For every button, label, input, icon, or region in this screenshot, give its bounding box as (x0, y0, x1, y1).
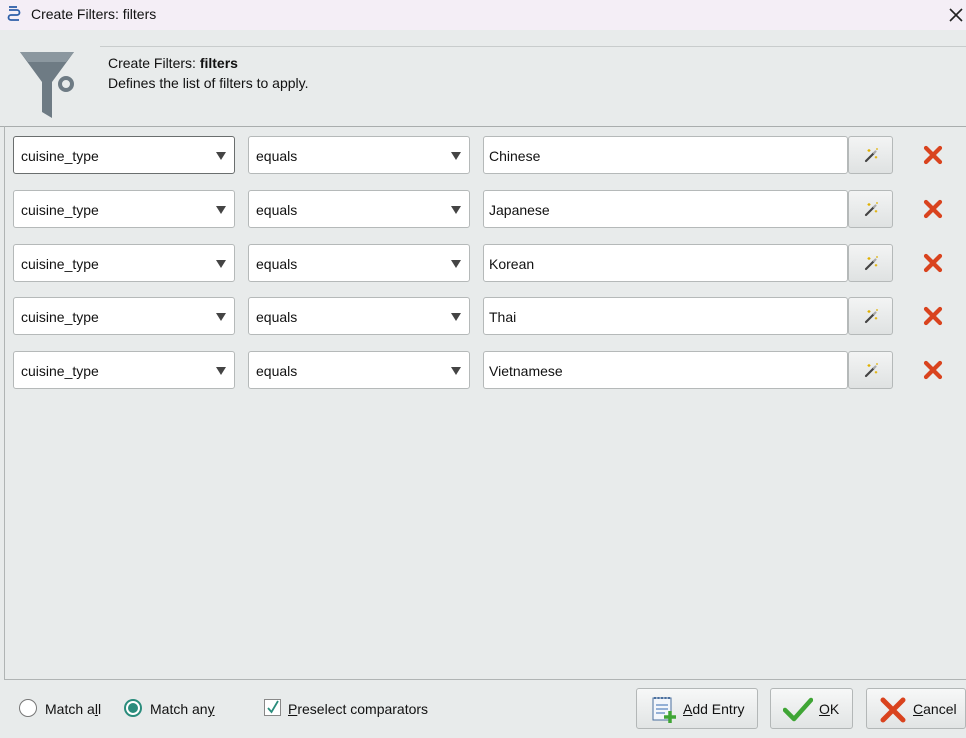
delete-row-icon[interactable] (920, 196, 946, 222)
magic-wand-icon (864, 201, 878, 216)
header-title: Create Filters: filters (108, 55, 238, 71)
filter-value-input[interactable]: Korean (483, 243, 848, 282)
field-dropdown[interactable]: cuisine_type (13, 351, 235, 390)
match-any-radio[interactable] (124, 699, 142, 717)
comparator-value: equals (256, 309, 298, 326)
filter-value-text: Thai (489, 309, 517, 326)
field-dropdown[interactable]: cuisine_type (13, 189, 235, 228)
magic-wand-icon (864, 255, 878, 270)
add-entry-button[interactable]: Add Entry (636, 688, 758, 729)
delete-row-icon[interactable] (920, 357, 946, 383)
field-dropdown[interactable]: cuisine_type (13, 297, 235, 336)
filter-value-text: Vietnamese (489, 363, 563, 380)
comparator-value: equals (256, 201, 298, 218)
field-dropdown[interactable]: cuisine_type (13, 243, 235, 282)
dropdown-arrow-icon (216, 152, 226, 160)
magic-wand-icon (864, 148, 878, 163)
field-value: cuisine_type (21, 309, 99, 326)
comparator-dropdown[interactable]: equals (248, 243, 470, 282)
field-value: cuisine_type (21, 255, 99, 272)
cancel-icon (880, 697, 906, 723)
dropdown-arrow-icon (451, 152, 461, 160)
delete-row-icon[interactable] (920, 142, 946, 168)
value-wizard-button[interactable] (848, 297, 893, 336)
dropdown-arrow-icon (451, 205, 461, 214)
filter-row: cuisine_type equals Japanese (0, 189, 966, 232)
magic-wand-icon (864, 309, 878, 324)
field-value: cuisine_type (21, 201, 99, 218)
value-wizard-button[interactable] (848, 136, 893, 174)
field-value: cuisine_type (21, 148, 99, 164)
add-entry-label: Add Entry (683, 701, 745, 717)
value-wizard-button[interactable] (848, 351, 893, 390)
comparator-value: equals (256, 363, 298, 380)
delete-row-icon[interactable] (920, 303, 946, 329)
filter-value-input[interactable]: Vietnamese (483, 351, 848, 390)
checkmark-icon (267, 700, 279, 714)
filter-value-input[interactable]: Chinese (483, 136, 848, 174)
comparator-dropdown[interactable]: equals (248, 351, 470, 390)
comparator-dropdown[interactable]: equals (248, 297, 470, 336)
filter-value-text: Chinese (489, 148, 541, 164)
dropdown-arrow-icon (216, 367, 226, 376)
dialog-footer: Match all Match any Preselect comparator… (0, 680, 966, 738)
filter-row: cuisine_type equals Thai (0, 297, 966, 339)
app-icon (7, 6, 21, 21)
cancel-label: Cancel (913, 701, 957, 717)
magic-wand-icon (864, 363, 878, 378)
dropdown-arrow-icon (216, 205, 226, 214)
delete-row-icon[interactable] (920, 250, 946, 276)
filter-value-text: Japanese (489, 201, 550, 218)
value-wizard-button[interactable] (848, 189, 893, 228)
dropdown-arrow-icon (216, 313, 226, 322)
close-icon[interactable] (944, 3, 966, 27)
comparator-dropdown[interactable]: equals (248, 189, 470, 228)
field-dropdown[interactable]: cuisine_type (13, 136, 235, 174)
filter-row: cuisine_type equals Korean (0, 243, 966, 286)
dropdown-arrow-icon (451, 259, 461, 268)
window-title: Create Filters: filters (31, 6, 157, 22)
comparator-dropdown[interactable]: equals (248, 136, 470, 174)
ok-button[interactable]: OK (770, 688, 853, 729)
filter-row: cuisine_type equals Vietnamese (0, 351, 966, 393)
value-wizard-button[interactable] (848, 243, 893, 282)
match-all-label[interactable]: Match all (45, 701, 101, 717)
filter-value-text: Korean (489, 255, 535, 272)
comparator-value: equals (256, 255, 298, 272)
preselect-comparators-label[interactable]: Preselect comparators (288, 701, 428, 717)
preselect-comparators-checkbox[interactable] (264, 699, 281, 716)
cancel-button[interactable]: Cancel (866, 688, 966, 729)
dialog-header: Create Filters: filters Defines the list… (0, 30, 966, 126)
ok-label: OK (819, 701, 840, 717)
header-description: Defines the list of filters to apply. (108, 75, 309, 91)
funnel-icon (20, 52, 74, 118)
filter-row: cuisine_type equals Chinese (0, 136, 966, 178)
match-any-label[interactable]: Match any (150, 701, 215, 717)
dropdown-arrow-icon (451, 313, 461, 322)
title-bar: Create Filters: filters (0, 0, 966, 30)
checkmark-icon (783, 697, 813, 722)
dropdown-arrow-icon (216, 259, 226, 268)
field-value: cuisine_type (21, 363, 99, 380)
comparator-value: equals (256, 148, 298, 164)
dropdown-arrow-icon (451, 367, 461, 376)
filter-value-input[interactable]: Japanese (483, 189, 848, 228)
filter-value-input[interactable]: Thai (483, 297, 848, 336)
match-all-radio[interactable] (19, 699, 37, 717)
header-divider (100, 46, 966, 47)
add-entry-icon (652, 697, 676, 723)
